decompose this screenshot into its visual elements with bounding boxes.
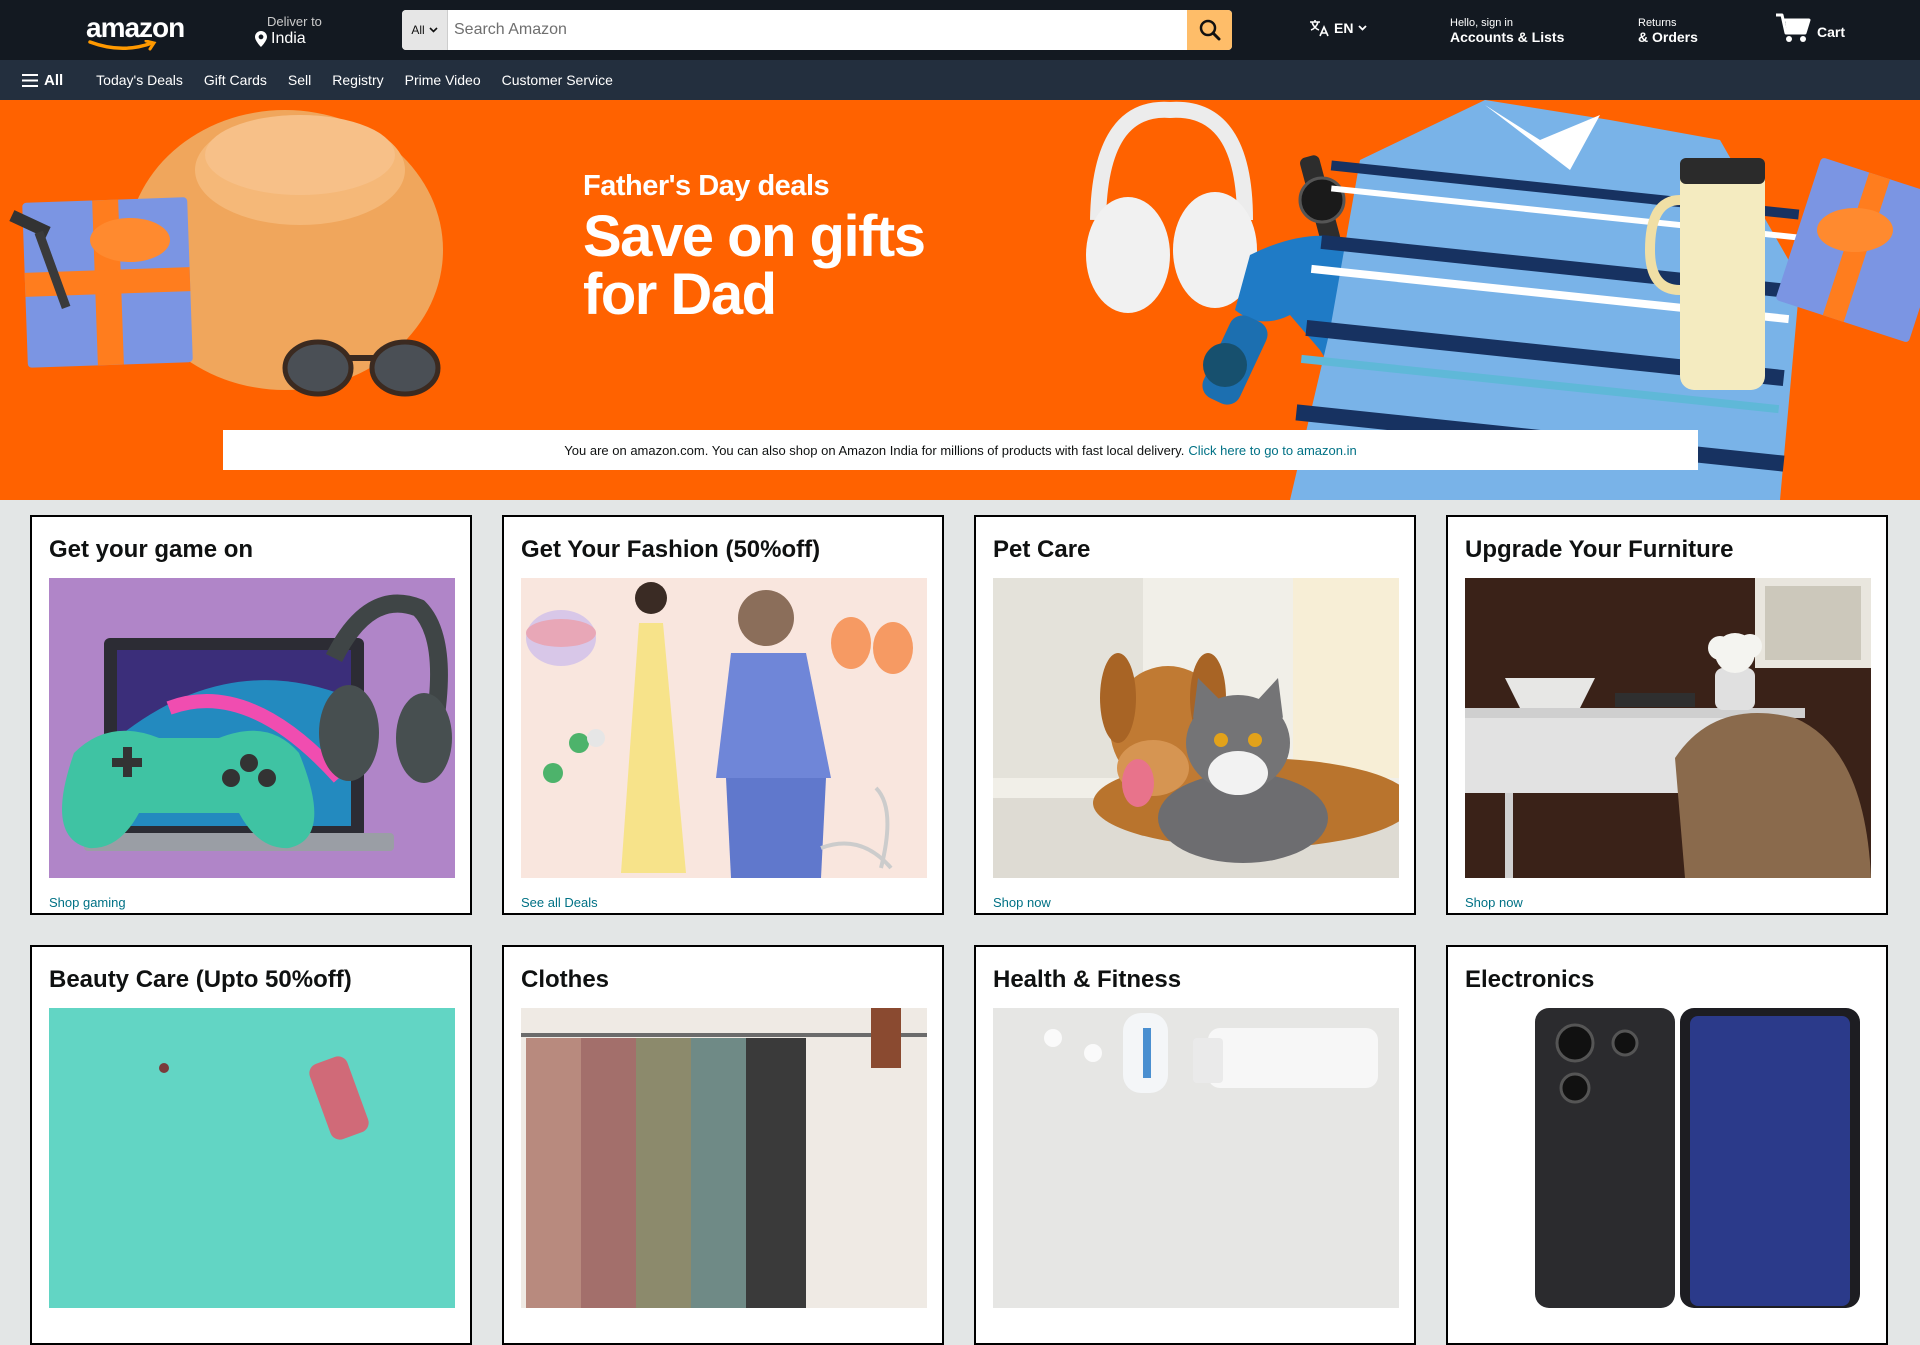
card-link[interactable]: Shop now	[993, 895, 1051, 910]
card-image-gaming[interactable]	[49, 578, 455, 878]
card-title: Get your game on	[49, 536, 254, 563]
card-furniture[interactable]: Upgrade Your Furniture Shop now	[1446, 515, 1888, 915]
nav-link-todays-deals[interactable]: Today's Deals	[96, 72, 183, 88]
orders-label: & Orders	[1638, 29, 1698, 45]
card-title: Upgrade Your Furniture	[1465, 536, 1734, 563]
cart-icon	[1776, 13, 1811, 42]
chevron-down-icon	[1358, 25, 1368, 31]
card-title: Electronics	[1465, 966, 1595, 993]
card-image-clothes[interactable]	[521, 1008, 927, 1308]
nav-link-prime-video[interactable]: Prime Video	[405, 72, 481, 88]
account-greeting: Hello, sign in	[1450, 17, 1513, 29]
category-cards-grid: Get your game on Shop gaming Get Your Fa…	[30, 515, 1888, 1345]
card-link[interactable]: Shop gaming	[49, 895, 126, 910]
region-notice-text: You are on amazon.com. You can also shop…	[564, 442, 1185, 458]
search-bar: All	[402, 10, 1232, 50]
amazon-logo[interactable]: amazon	[86, 12, 185, 51]
card-pet-care[interactable]: Pet Care Shop now	[974, 515, 1416, 915]
cart-button[interactable]: Cart	[1775, 12, 1845, 44]
account-label: Accounts & Lists	[1450, 29, 1565, 45]
card-title: Health & Fitness	[993, 966, 1182, 993]
card-image-beauty-care[interactable]	[49, 1008, 455, 1308]
card-image-health-fitness[interactable]	[993, 1008, 1399, 1308]
card-beauty-care[interactable]: Beauty Care (Upto 50%off)	[30, 945, 472, 1345]
card-title: Get Your Fashion (50%off)	[521, 536, 821, 563]
nav-link-customer-service[interactable]: Customer Service	[502, 72, 613, 88]
search-input[interactable]	[448, 10, 1187, 50]
logo-smile-icon	[88, 40, 157, 51]
card-image-pet-care[interactable]	[993, 578, 1399, 878]
card-link[interactable]: Shop now	[1465, 895, 1523, 910]
search-button[interactable]	[1187, 10, 1232, 50]
search-icon	[1199, 19, 1220, 41]
card-image-fashion[interactable]	[521, 578, 927, 878]
card-clothes[interactable]: Clothes	[502, 945, 944, 1345]
card-electronics[interactable]: Electronics	[1446, 945, 1888, 1345]
cart-label: Cart	[1817, 24, 1846, 40]
card-health-fitness[interactable]: Health & Fitness	[974, 945, 1416, 1345]
hero-banner[interactable]: Father's Day deals Save on gifts for Dad…	[0, 100, 1920, 500]
card-gaming[interactable]: Get your game on Shop gaming	[30, 515, 472, 915]
deliver-location: India	[271, 30, 306, 47]
translate-icon	[1310, 20, 1329, 37]
deliver-to[interactable]: Deliver to India	[255, 14, 322, 48]
nav-link-sell[interactable]: Sell	[288, 72, 311, 88]
top-nav-bar: amazon Deliver to India All Search Amazo…	[0, 0, 1920, 60]
nav-link-registry[interactable]: Registry	[332, 72, 383, 88]
region-notice-link[interactable]: Click here to go to amazon.in	[1188, 443, 1356, 458]
all-menu-button[interactable]: All	[22, 72, 63, 89]
returns-label: Returns	[1638, 17, 1677, 29]
hamburger-icon	[22, 73, 38, 87]
card-fashion[interactable]: Get Your Fashion (50%off) See all Deals	[502, 515, 944, 915]
card-title: Clothes	[521, 966, 610, 993]
nav-link-gift-cards[interactable]: Gift Cards	[204, 72, 267, 88]
chevron-down-icon	[429, 27, 438, 33]
card-title: Beauty Care (Upto 50%off)	[49, 966, 352, 993]
card-image-furniture[interactable]	[1465, 578, 1871, 878]
secondary-nav: All Today's Deals Gift Cards Sell Regist…	[0, 60, 1920, 100]
hero-subtitle: Father's Day deals	[583, 170, 830, 202]
language-label: EN	[1334, 20, 1354, 36]
region-notice: You are on amazon.com. You can also shop…	[223, 430, 1698, 470]
deliver-label: Deliver to	[267, 14, 322, 29]
account-and-lists[interactable]: Hello, sign in Accounts & Lists	[1450, 17, 1564, 45]
returns-and-orders[interactable]: Returns & Orders	[1638, 17, 1698, 45]
hero-title: Save on gifts for Dad	[583, 204, 926, 327]
search-category-label: All	[411, 23, 425, 37]
card-title: Pet Care	[993, 536, 1091, 563]
location-pin-icon	[255, 31, 267, 47]
card-image-electronics[interactable]	[1465, 1008, 1871, 1308]
search-category-dropdown[interactable]: All	[402, 10, 448, 50]
all-menu-label: All	[44, 71, 64, 89]
card-link[interactable]: See all Deals	[521, 895, 598, 910]
language-selector[interactable]: EN	[1309, 19, 1368, 37]
logo-text: amazon	[86, 12, 185, 43]
